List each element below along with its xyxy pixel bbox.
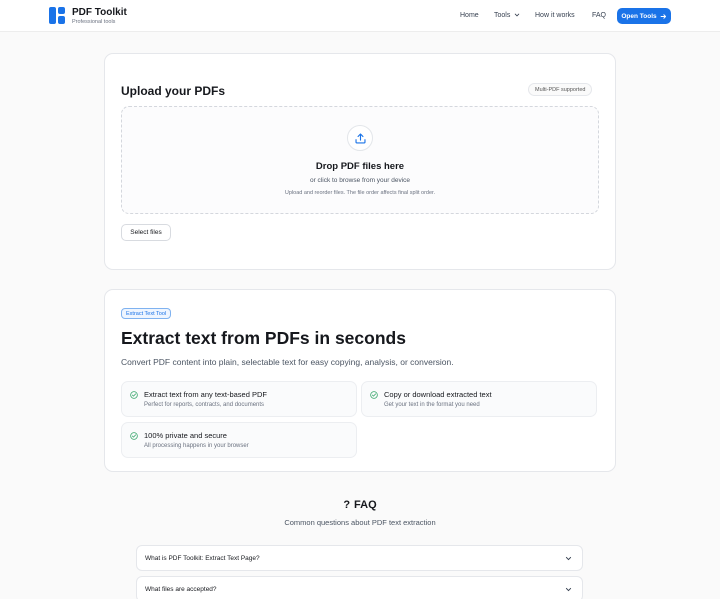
top-header: PDF Toolkit Professional tools Home Tool… [0, 0, 720, 32]
faq-heading: ? FAQ [0, 499, 720, 511]
open-tools-button[interactable]: Open Tools [617, 8, 671, 24]
feature-title: Extract text from any text-based PDF [144, 390, 267, 399]
chevron-down-icon [515, 13, 520, 17]
upload-title: Upload your PDFs [121, 84, 226, 98]
chevron-down-icon [565, 587, 572, 592]
logo-icon[interactable] [49, 7, 65, 24]
nav-tools-label: Tools [494, 12, 511, 19]
hero-title: Extract text from PDFs in seconds [121, 328, 406, 348]
check-circle-icon [130, 391, 138, 399]
feature-card: Copy or download extracted text Get your… [361, 381, 597, 417]
upload-card: Upload your PDFs Multi-PDF supported Dro… [104, 53, 616, 270]
nav-home-link[interactable]: Home [460, 12, 479, 19]
feature-card: Extract text from any text-based PDF Per… [121, 381, 357, 417]
faq-accordion-item[interactable]: What files are accepted? [136, 576, 583, 599]
brand-title[interactable]: PDF Toolkit [72, 7, 127, 18]
nav-tools-dropdown[interactable]: Tools [494, 12, 520, 19]
check-circle-icon [130, 432, 138, 440]
dropzone-title: Drop PDF files here [315, 161, 405, 172]
feature-description: Perfect for reports, contracts, and docu… [144, 402, 265, 408]
upload-icon-wrapper [347, 125, 373, 151]
nav-faq-link[interactable]: FAQ [592, 12, 606, 19]
dropzone-subtitle: or click to browse from your device [309, 177, 411, 184]
nav-how-it-works-link[interactable]: How it works [535, 12, 575, 19]
select-files-button[interactable]: Select files [121, 224, 171, 241]
multi-pdf-badge: Multi-PDF supported [528, 83, 593, 96]
feature-card: 100% private and secure All processing h… [121, 422, 357, 458]
brand-subtitle: Professional tools [72, 19, 116, 25]
check-circle-icon [370, 391, 378, 399]
feature-title: Copy or download extracted text [384, 390, 492, 399]
faq-title-text: FAQ [354, 499, 377, 511]
feature-description: Get your text in the format you need [384, 402, 480, 408]
tool-badge: Extract Text Tool [121, 308, 172, 319]
extract-info-card: Extract Text Tool Extract text from PDFs… [104, 289, 616, 472]
feature-description: All processing happens in your browser [144, 443, 249, 449]
faq-question: What files are accepted? [145, 586, 217, 593]
upload-icon [354, 132, 366, 144]
arrow-right-icon [660, 13, 666, 19]
chevron-down-icon [565, 556, 572, 561]
open-tools-label: Open Tools [621, 12, 657, 20]
feature-title: 100% private and secure [144, 431, 227, 440]
faq-question: What is PDF Toolkit: Extract Text Page? [145, 555, 260, 562]
question-mark-icon: ? [343, 499, 351, 511]
hero-subtitle: Convert PDF content into plain, selectab… [121, 357, 454, 367]
faq-accordion-item[interactable]: What is PDF Toolkit: Extract Text Page? [136, 545, 583, 571]
faq-subtitle: Common questions about PDF text extracti… [284, 518, 436, 527]
dropzone-hint: Upload and reorder files. The file order… [284, 190, 436, 196]
pdf-dropzone[interactable]: Drop PDF files here or click to browse f… [121, 106, 599, 214]
